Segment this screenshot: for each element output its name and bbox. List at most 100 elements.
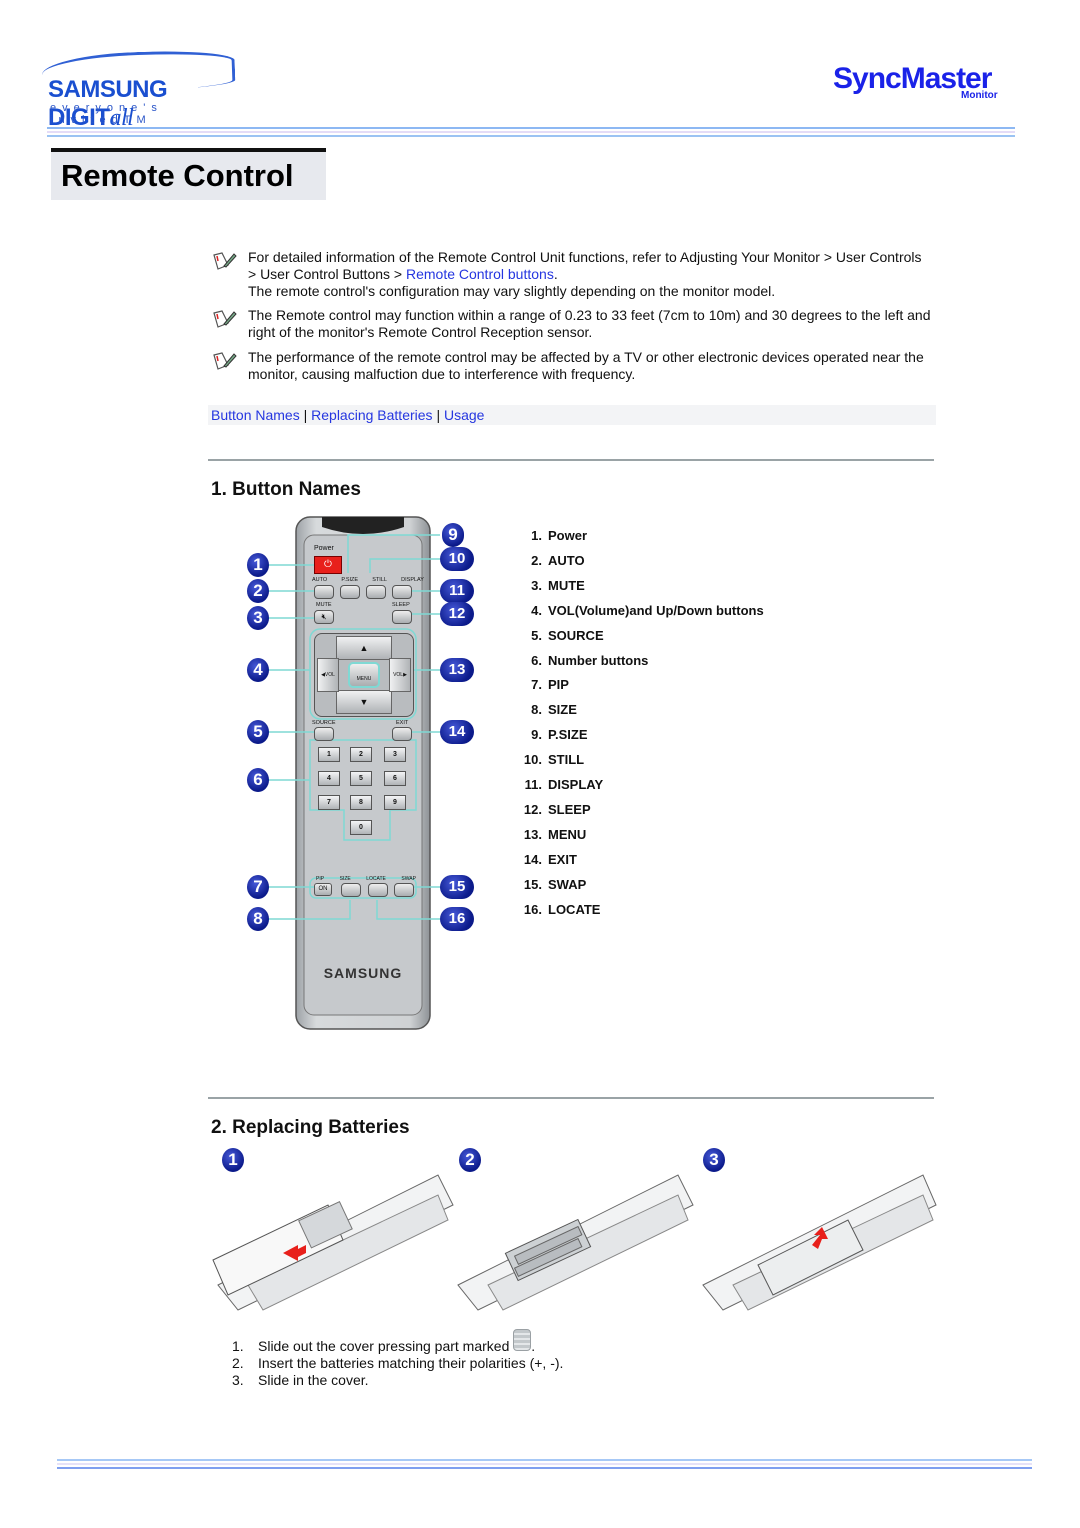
item-number: 15. [523,876,542,892]
step-suffix: . [531,1338,536,1354]
number-button-3[interactable]: 3 [384,747,406,762]
battery-steps: 1. Slide out the cover pressing part mark… [232,1329,563,1389]
callout-badge-7: 7 [247,875,269,899]
item-number: 4. [531,602,542,618]
locate-button[interactable] [368,883,388,897]
callout-badge-13: 13 [440,658,474,682]
item-label: STILL [548,752,585,768]
remote-control-diagram: Power ⏻ AUTO P.SIZE STILL DISPLAY MUTE 🔇︎ S… [244,515,484,1030]
note-pencil-icon [213,352,237,370]
number-button-9[interactable]: 9 [384,795,406,810]
still-button[interactable] [366,585,386,599]
item-number: 9. [531,727,542,743]
psize-button[interactable] [340,585,360,599]
note-2: The Remote control may function within a… [212,307,932,341]
button-name-item: 5. SOURCE [510,624,764,649]
item-label: MENU [548,826,587,842]
callout-badge-6: 6 [247,768,269,792]
mute-button[interactable]: 🔇︎ [314,610,334,624]
exit-label: EXIT [396,720,409,726]
item-label: SWAP [548,876,587,892]
battery-step-2: 2. Insert the batteries matching their po… [232,1355,563,1372]
callout-badge-12: 12 [440,602,474,626]
number-button-1[interactable]: 1 [318,747,340,762]
number-button-0[interactable]: 0 [350,820,372,835]
item-number: 1. [531,528,542,543]
sleep-label: SLEEP [392,602,410,608]
note-text: The performance of the remote control ma… [248,349,924,382]
nav-replacing-batteries[interactable]: Replacing Batteries [311,407,432,423]
footer-rule [57,1459,1032,1471]
sleep-button[interactable] [392,610,412,624]
step-number: 3. [232,1372,244,1388]
product-sub: Monitor [961,90,998,101]
nav-usage[interactable]: Usage [444,407,484,423]
item-label: EXIT [548,851,577,867]
header-rule [47,127,1015,137]
button-name-item: 1. Power [510,524,764,549]
callout-badge-1: 1 [247,553,269,577]
button-name-item: 11. DISPLAY [510,773,764,798]
section-divider [208,1097,934,1099]
remote-control-buttons-link[interactable]: Remote Control buttons [406,266,554,282]
page-title: Remote Control [51,148,326,200]
number-button-2[interactable]: 2 [350,747,372,762]
vol-up-button[interactable]: VOL▶ [389,658,411,692]
battery-step-3: 3. Slide in the cover. [232,1372,563,1389]
button-name-item: 4. VOL(Volume)and Up/Down buttons [510,599,764,624]
exit-button[interactable] [392,727,412,741]
mute-label: MUTE [316,602,332,608]
down-button[interactable]: ▼ [336,690,392,714]
item-number: 6. [531,652,542,668]
display-button[interactable] [392,585,412,599]
nav-button-names[interactable]: Button Names [211,407,300,423]
battery-step-2-illustration [457,1174,694,1311]
button-name-item: 10. STILL [510,748,764,773]
source-label: SOURCE [312,720,336,726]
item-label: PIP [548,677,569,693]
size-button[interactable] [341,883,361,897]
button-name-item: 8. SIZE [510,698,764,723]
note-pencil-icon [213,252,237,270]
number-button-5[interactable]: 5 [350,771,372,786]
number-button-7[interactable]: 7 [318,795,340,810]
menu-button[interactable]: MENU [348,662,380,688]
power-button[interactable]: ⏻ [314,556,342,574]
button-name-item: 6. Number buttons [510,649,764,674]
item-label: VOL(Volume)and Up/Down buttons [548,602,764,618]
pip-on-button[interactable]: ON [314,883,332,896]
item-label: DISPLAY [548,777,604,793]
swap-button[interactable] [394,883,414,897]
button-name-item: 2. AUTO [510,549,764,574]
item-number: 13. [523,826,542,842]
item-label: P.SIZE [548,727,588,743]
up-button[interactable]: ▲ [336,636,392,660]
display-label: DISPLAY [401,577,424,583]
number-button-6[interactable]: 6 [384,771,406,786]
pip-row-labels: PIP SIZE LOCATE SWAP [316,876,416,882]
locate-label: LOCATE [366,876,386,882]
vol-down-button[interactable]: ◀VOL [317,658,339,692]
note-text-end: . [553,266,558,282]
callout-badge-14: 14 [440,720,474,744]
button-name-item: 12. SLEEP [510,798,764,823]
source-button[interactable] [314,727,334,741]
callout-badge-5: 5 [247,720,269,744]
item-label: Number buttons [548,652,649,668]
auto-button[interactable] [314,585,334,599]
note-1: For detailed information of the Remote C… [212,249,932,300]
callout-badge-8: 8 [247,907,269,931]
step-number: 2. [232,1355,244,1371]
number-button-4[interactable]: 4 [318,771,340,786]
number-button-8[interactable]: 8 [350,795,372,810]
note-text-2: The remote control's configuration may v… [248,283,776,299]
step-text: Insert the batteries matching their pola… [258,1355,564,1371]
button-name-item: 16. LOCATE [510,898,764,923]
callout-badge-3: 3 [247,606,269,630]
callout-badge-15: 15 [440,875,474,899]
item-label: LOCATE [548,901,601,917]
remote-brand-logo: SAMSUNG [323,965,403,981]
item-number: 8. [531,702,542,718]
psize-label: P.SIZE [341,577,359,583]
replacing-batteries-heading: 2. Replacing Batteries [211,1117,410,1138]
